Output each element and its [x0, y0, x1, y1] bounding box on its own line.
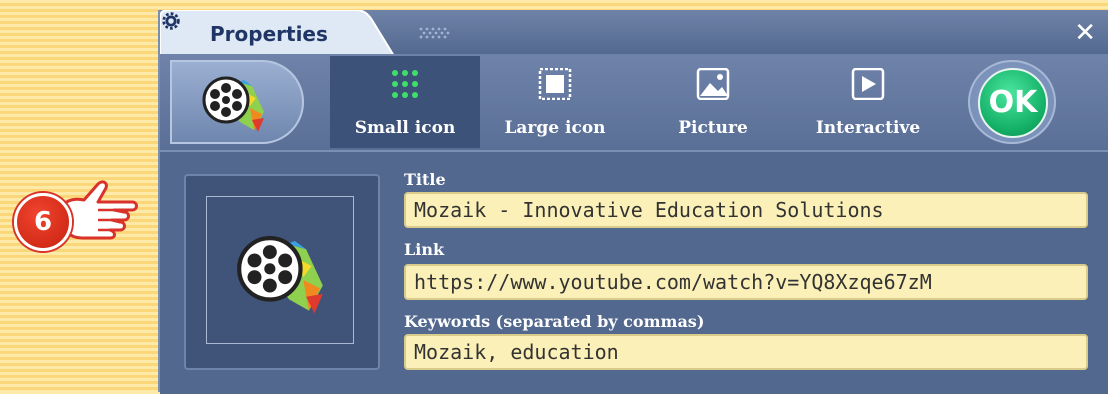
interactive-play-icon: [851, 68, 885, 100]
tab-picture[interactable]: Picture: [638, 56, 788, 148]
window-title: Properties: [210, 22, 328, 46]
tab-label: Small icon: [354, 118, 456, 138]
media-type-button[interactable]: [170, 60, 304, 144]
icon-preview: [184, 174, 380, 370]
picture-icon: [696, 68, 730, 100]
tab-small-icon[interactable]: Small icon: [330, 56, 480, 148]
drag-handle-icon[interactable]: [418, 26, 452, 40]
title-bar: Properties ✕: [160, 10, 1108, 56]
properties-tab: Properties: [160, 10, 400, 56]
tab-interactive[interactable]: Interactive: [786, 56, 950, 148]
keywords-field[interactable]: Mozaik, education: [404, 334, 1088, 370]
ok-button-label: OK: [978, 68, 1048, 138]
step-number-badge: 6: [14, 193, 72, 251]
film-reel-icon: [237, 236, 323, 314]
tab-large-icon[interactable]: Large icon: [480, 56, 630, 148]
step-callout: 6: [10, 170, 140, 270]
keywords-label: Keywords (separated by commas): [404, 312, 705, 331]
icon-preview-inner: [206, 196, 354, 344]
link-field[interactable]: https://www.youtube.com/watch?v=YQ8Xzqe6…: [404, 264, 1088, 300]
film-reel-icon: [202, 76, 264, 132]
large-icon-frame-icon: [538, 68, 572, 100]
tab-label: Large icon: [504, 118, 606, 138]
small-icon-grid-icon: [392, 70, 418, 98]
tab-label: Picture: [678, 118, 748, 138]
properties-panel: Properties ✕ Small icon Large icon Pictu…: [158, 10, 1108, 394]
ok-button[interactable]: OK: [968, 60, 1056, 144]
title-field[interactable]: Mozaik - Innovative Education Solutions: [404, 192, 1088, 228]
properties-body: Title Mozaik - Innovative Education Solu…: [160, 150, 1108, 394]
close-icon[interactable]: ✕: [1074, 18, 1096, 48]
gear-icon: [162, 12, 180, 30]
tab-label: Interactive: [815, 118, 921, 138]
toolbar: Small icon Large icon Picture Interactiv…: [160, 54, 1108, 150]
title-label: Title: [404, 170, 446, 189]
link-label: Link: [404, 240, 445, 259]
